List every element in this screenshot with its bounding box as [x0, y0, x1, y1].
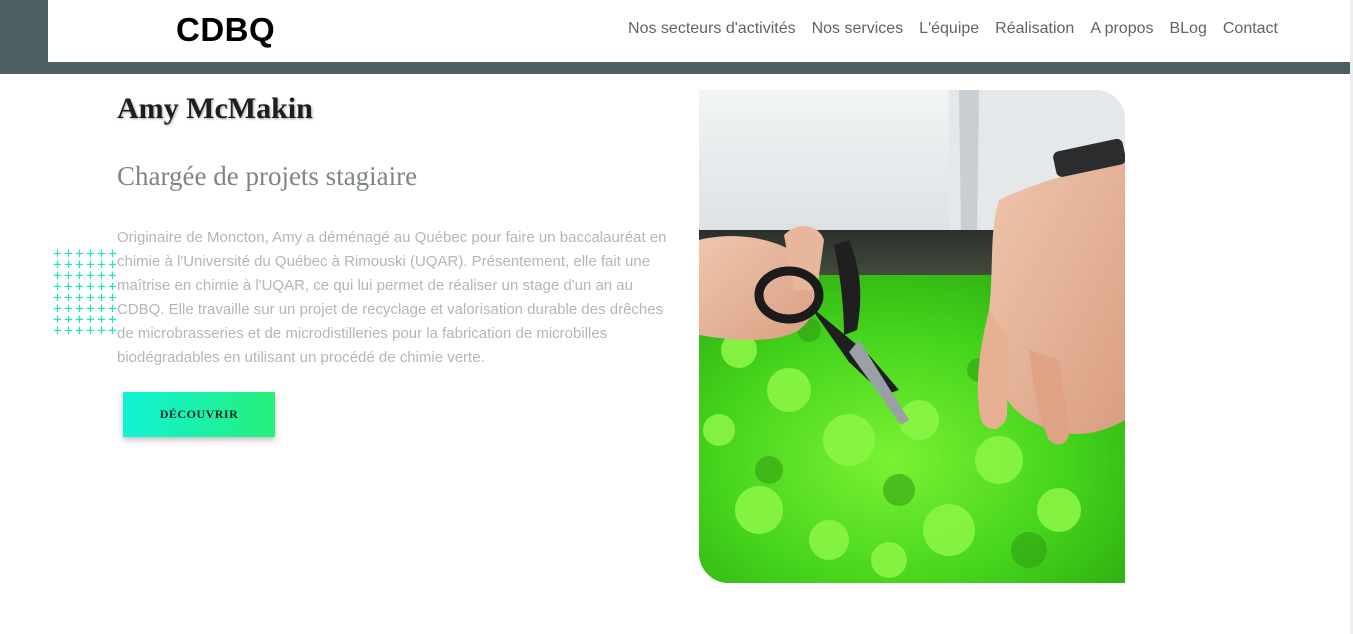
nav-item-contact[interactable]: Contact: [1223, 19, 1278, 39]
nav-item-services[interactable]: Nos services: [812, 19, 904, 39]
plus-grid-pattern-icon: + + + + + + + + + + + + + + + + + + + + + + + + + + + + + + + + + + +…: [53, 246, 117, 339]
hands-cutting-microgreens-photo-icon: [699, 90, 1125, 583]
site-header: CDBQ Nos secteurs d'activités Nos servic…: [48, 0, 1350, 62]
profile-bio: Originaire de Moncton, Amy a déménagé au…: [117, 229, 667, 366]
nav-item-equipe[interactable]: L'équipe: [919, 19, 979, 39]
nav-item-secteurs[interactable]: Nos secteurs d'activités: [628, 19, 796, 39]
profile-name: Amy McMakin: [117, 92, 313, 125]
main-nav: Nos secteurs d'activités Nos services L'…: [628, 19, 1278, 39]
nav-item-blog[interactable]: BLog: [1169, 19, 1206, 39]
profile-photo: [699, 90, 1125, 583]
profile-role: Chargée de projets stagiaire: [117, 161, 418, 191]
nav-item-a-propos[interactable]: A propos: [1090, 19, 1153, 39]
site-logo[interactable]: CDBQ: [176, 10, 275, 50]
nav-item-realisation[interactable]: Réalisation: [995, 19, 1074, 39]
discover-button[interactable]: DÉCOUVRIR: [123, 392, 275, 437]
header-bottom-band: [0, 62, 1353, 74]
